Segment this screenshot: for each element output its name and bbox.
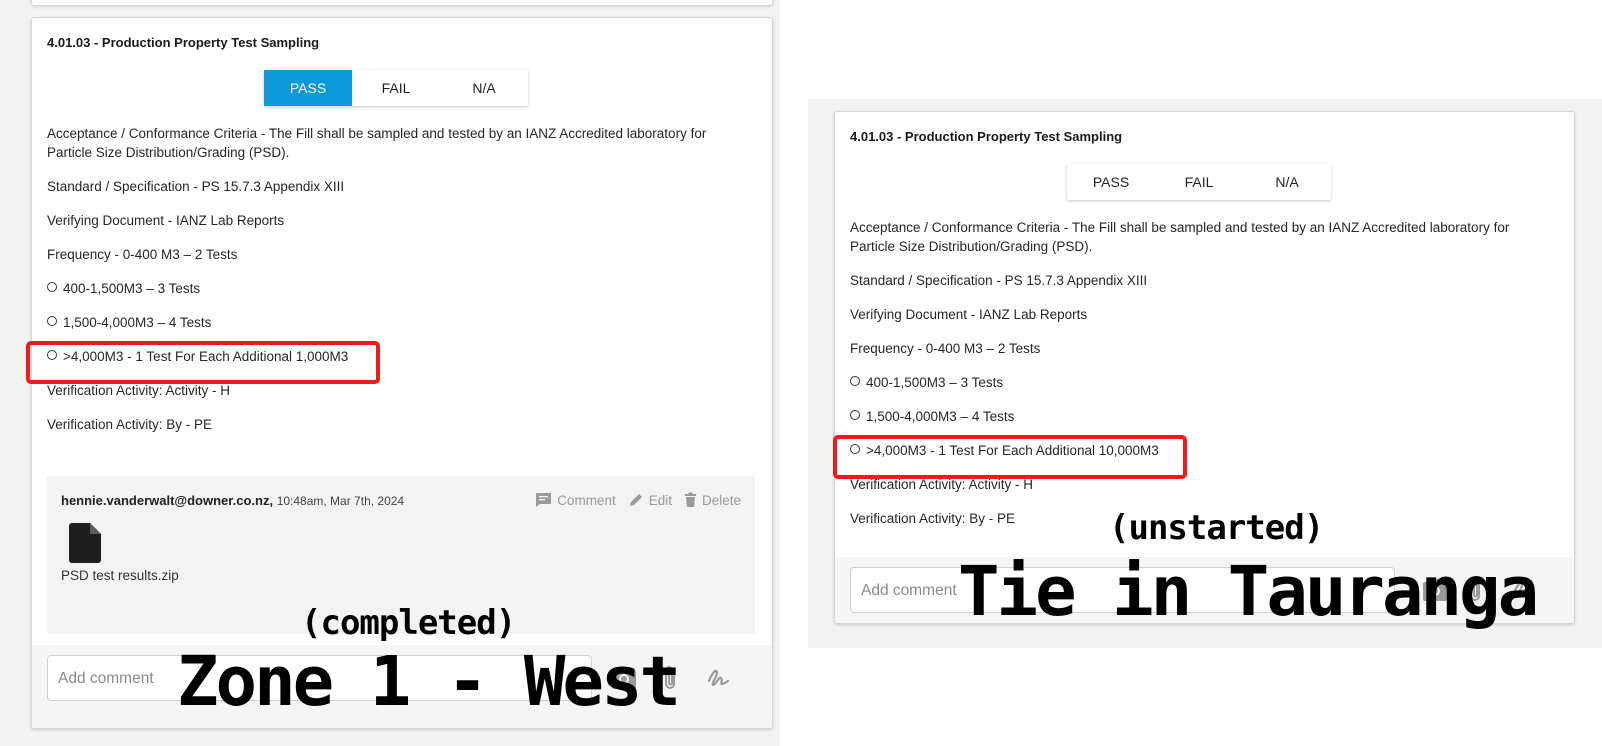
comment-author: hennie.vanderwalt@downer.co.nz, 10:48am,… <box>61 493 404 508</box>
comment-timestamp: 10:48am, Mar 7th, 2024 <box>276 494 405 508</box>
frequency-item-text: 1,500-4,000M3 – 4 Tests <box>63 315 212 330</box>
fail-button[interactable]: FAIL <box>352 70 440 106</box>
comment-icon <box>536 493 552 507</box>
item-title: 4.01.03 - Production Property Test Sampl… <box>47 35 320 50</box>
comment-label: Comment <box>557 492 616 508</box>
verification-by: Verification Activity: By - PE <box>47 417 213 432</box>
na-button[interactable]: N/A <box>440 70 528 106</box>
overlay-zone-name: Zone 1 - West <box>177 642 681 722</box>
verifying-document: Verifying Document - IANZ Lab Reports <box>47 213 285 228</box>
circle-bullet-icon <box>850 410 860 420</box>
frequency-item-text: 400-1,500M3 – 3 Tests <box>866 375 1004 390</box>
author-email: hennie.vanderwalt@downer.co.nz, <box>61 493 274 508</box>
frequency-item: 400-1,500M3 – 3 Tests <box>47 279 200 298</box>
pass-button[interactable]: PASS <box>1067 164 1155 200</box>
acceptance-criteria: Acceptance / Conformance Criteria - The … <box>47 126 707 160</box>
result-toggle: PASS FAIL N/A <box>264 70 528 106</box>
circle-bullet-icon <box>47 282 57 292</box>
pencil-icon <box>629 494 642 506</box>
file-icon[interactable] <box>69 523 101 563</box>
standard-spec: Standard / Specification - PS 15.7.3 App… <box>850 273 1148 288</box>
frequency-item: 400-1,500M3 – 3 Tests <box>850 373 1003 392</box>
na-button[interactable]: N/A <box>1243 164 1331 200</box>
overlay-status-unstarted: (unstarted) <box>1109 508 1324 548</box>
acceptance-criteria: Acceptance / Conformance Criteria - The … <box>850 220 1510 254</box>
item-title: 4.01.03 - Production Property Test Sampl… <box>850 129 1123 144</box>
verifying-document: Verifying Document - IANZ Lab Reports <box>850 307 1088 322</box>
previous-card-edge <box>31 0 773 6</box>
frequency-item: 1,500-4,000M3 – 4 Tests <box>47 313 211 332</box>
delete-label: Delete <box>701 492 741 508</box>
fail-button[interactable]: FAIL <box>1155 164 1243 200</box>
frequency: Frequency - 0-400 M3 – 2 Tests <box>47 247 238 262</box>
overlay-location-name: Tie in Tauranga <box>958 552 1539 632</box>
edit-label: Edit <box>648 492 672 508</box>
delete-button[interactable]: Delete <box>684 492 741 508</box>
frequency: Frequency - 0-400 M3 – 2 Tests <box>850 341 1041 356</box>
signature-icon[interactable] <box>706 667 730 689</box>
result-toggle: PASS FAIL N/A <box>1067 164 1331 200</box>
comment-button[interactable]: Comment <box>535 492 616 508</box>
standard-spec: Standard / Specification - PS 15.7.3 App… <box>47 179 345 194</box>
pass-button[interactable]: PASS <box>264 70 352 106</box>
trash-icon <box>684 492 696 507</box>
frequency-item-text: 1,500-4,000M3 – 4 Tests <box>866 409 1015 424</box>
highlight-box-left <box>26 341 380 384</box>
overlay-status-completed: (completed) <box>301 603 516 643</box>
circle-bullet-icon <box>47 316 57 326</box>
circle-bullet-icon <box>850 376 860 386</box>
edit-button[interactable]: Edit <box>628 492 672 508</box>
frequency-item: 1,500-4,000M3 – 4 Tests <box>850 407 1014 426</box>
frequency-item-text: 400-1,500M3 – 3 Tests <box>63 281 201 296</box>
verification-by: Verification Activity: By - PE <box>850 511 1016 526</box>
highlight-box-right <box>833 435 1187 479</box>
attachment-filename[interactable]: PSD test results.zip <box>61 568 179 583</box>
comment-actions: Comment Edit Delete <box>535 492 741 508</box>
